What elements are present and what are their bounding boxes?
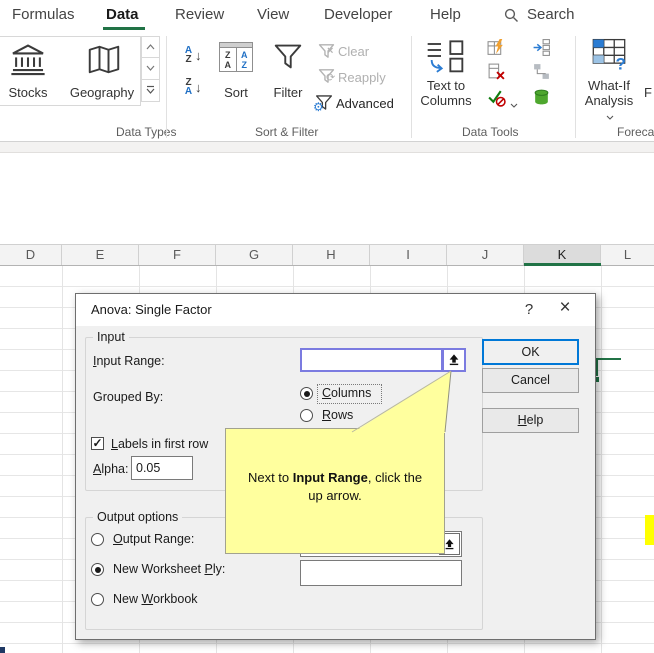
new-workbook-radio[interactable] bbox=[91, 593, 104, 606]
selected-column-underline bbox=[524, 263, 601, 266]
tab-developer[interactable]: Developer bbox=[324, 0, 392, 30]
forecast-sheet-button-partial[interactable]: F bbox=[644, 85, 654, 100]
yellow-highlighted-cell[interactable] bbox=[645, 515, 654, 545]
stocks-icon bbox=[9, 41, 47, 82]
dialog-title: Anova: Single Factor bbox=[91, 302, 212, 317]
down-arrow-icon: ↓ bbox=[195, 79, 202, 95]
alpha-field[interactable] bbox=[131, 456, 193, 480]
labels-first-row-label[interactable]: Labels in first row bbox=[111, 437, 208, 451]
ok-button[interactable]: OK bbox=[482, 339, 579, 365]
column-header-d[interactable]: D bbox=[0, 245, 62, 265]
column-header-f[interactable]: F bbox=[139, 245, 216, 265]
geography-button[interactable]: Geography bbox=[64, 85, 140, 100]
remove-duplicates-icon[interactable] bbox=[487, 62, 506, 86]
chevron-down-icon bbox=[606, 115, 614, 120]
down-arrow-icon: ↓ bbox=[195, 47, 202, 63]
text-to-columns-button[interactable]: Text to Columns bbox=[418, 78, 474, 108]
tab-formulas[interactable]: Formulas bbox=[12, 0, 75, 30]
gallery-scroll-up-button[interactable] bbox=[141, 36, 160, 58]
group-divider bbox=[166, 36, 167, 138]
relationships-icon[interactable] bbox=[532, 62, 551, 86]
close-icon[interactable]: × bbox=[552, 297, 578, 319]
sort-ascending-button[interactable]: AZ ↓ bbox=[183, 42, 213, 68]
column-header-g[interactable]: G bbox=[216, 245, 293, 265]
column-header-e[interactable]: E bbox=[62, 245, 139, 265]
manage-data-model-icon[interactable] bbox=[532, 88, 551, 112]
grouped-by-label: Grouped By: bbox=[93, 390, 164, 404]
new-workbook-label[interactable]: New Workbook bbox=[113, 592, 198, 606]
rows-radio[interactable] bbox=[300, 409, 313, 422]
chevron-down-icon[interactable] bbox=[510, 95, 518, 113]
gallery-scroll-down-button[interactable] bbox=[141, 58, 160, 80]
output-options-label: Output options bbox=[93, 510, 183, 524]
status-bar-corner bbox=[0, 647, 5, 653]
new-worksheet-ply-field[interactable] bbox=[300, 560, 462, 586]
callout-pointer bbox=[351, 370, 452, 433]
input-group-label: Input bbox=[93, 330, 129, 344]
dialog-title-bar[interactable]: Anova: Single Factor ? × bbox=[76, 294, 595, 326]
search-icon[interactable] bbox=[504, 8, 519, 28]
column-header-l[interactable]: L bbox=[601, 245, 654, 265]
labels-first-row-checkbox[interactable] bbox=[91, 436, 104, 450]
filter-button[interactable]: Filter bbox=[266, 85, 310, 100]
group-label-data-types: Data Types bbox=[116, 125, 177, 139]
help-button[interactable]: Help bbox=[482, 408, 579, 433]
column-header-k-selected[interactable]: K bbox=[524, 245, 601, 265]
column-header-h[interactable]: H bbox=[293, 245, 370, 265]
cancel-button[interactable]: Cancel bbox=[482, 368, 579, 393]
callout-text: Next to Input Range, click the up arrow. bbox=[247, 470, 423, 503]
consolidate-icon[interactable] bbox=[532, 38, 551, 62]
search-box[interactable]: Search bbox=[527, 0, 575, 30]
what-if-analysis-button[interactable]: What-If Analysis bbox=[580, 78, 638, 123]
data-validation-icon[interactable] bbox=[487, 88, 506, 112]
cell-selection-border-top bbox=[596, 358, 621, 360]
advanced-filter-icon: ⚙ bbox=[313, 94, 333, 116]
new-worksheet-ply-radio[interactable] bbox=[91, 563, 104, 576]
clear-filter-icon: × bbox=[318, 43, 335, 64]
column-header-j[interactable]: J bbox=[447, 245, 524, 265]
group-label-data-tools: Data Tools bbox=[462, 125, 519, 139]
flash-fill-icon[interactable] bbox=[487, 38, 506, 62]
group-label-forecast: Foreca bbox=[617, 125, 654, 139]
reapply-button[interactable]: Reapply bbox=[338, 70, 386, 85]
tab-data[interactable]: Data bbox=[106, 0, 139, 30]
what-if-analysis-icon: ? bbox=[592, 38, 626, 75]
output-range-label[interactable]: Output Range: bbox=[113, 532, 194, 546]
column-header-i[interactable]: I bbox=[370, 245, 447, 265]
columns-radio[interactable] bbox=[300, 387, 313, 400]
group-label-sort-filter: Sort & Filter bbox=[255, 125, 319, 139]
gallery-more-button[interactable] bbox=[141, 80, 160, 102]
sort-icon: ZA AZ bbox=[219, 42, 253, 72]
alpha-label: Alpha: bbox=[93, 462, 129, 476]
advanced-filter-button[interactable]: Advanced bbox=[336, 96, 394, 111]
new-worksheet-ply-label[interactable]: New Worksheet Ply: bbox=[113, 562, 225, 576]
filter-icon bbox=[273, 41, 303, 77]
callout-box: Next to Input Range, click the up arrow. bbox=[225, 428, 445, 554]
reapply-icon: ⟳ bbox=[318, 68, 335, 89]
stocks-button[interactable]: Stocks bbox=[0, 85, 56, 100]
output-range-radio[interactable] bbox=[91, 533, 104, 546]
geography-icon bbox=[86, 43, 122, 81]
excel-window: Formulas Data Review View Developer Help… bbox=[0, 0, 654, 653]
group-divider bbox=[411, 36, 412, 138]
sort-descending-button[interactable]: ZA ↓ bbox=[183, 74, 213, 100]
gallery-scrollbar bbox=[141, 36, 160, 104]
dialog-help-icon[interactable]: ? bbox=[516, 301, 542, 323]
text-to-columns-icon bbox=[425, 38, 465, 79]
sort-button[interactable]: Sort bbox=[214, 85, 258, 100]
formula-bar-strip bbox=[0, 142, 654, 153]
group-divider bbox=[575, 36, 576, 138]
up-arrow-icon bbox=[449, 354, 459, 366]
active-tab-underline bbox=[103, 27, 145, 30]
svg-text:?: ? bbox=[616, 55, 626, 70]
cell-selection-border-left bbox=[596, 358, 598, 378]
tab-view[interactable]: View bbox=[257, 0, 289, 30]
clear-button[interactable]: Clear bbox=[338, 44, 369, 59]
tab-review[interactable]: Review bbox=[175, 0, 224, 30]
tab-help[interactable]: Help bbox=[430, 0, 461, 30]
input-range-label: Input Range: bbox=[93, 354, 165, 368]
